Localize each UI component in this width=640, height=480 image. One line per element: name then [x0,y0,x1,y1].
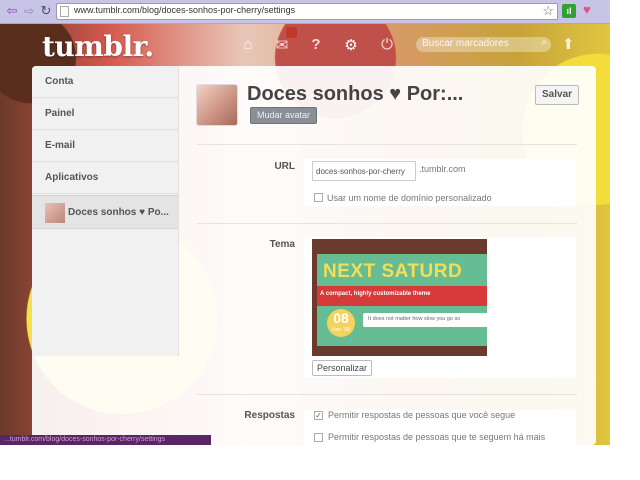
theme-preview-note: It does not matter how slow you go so [363,313,487,327]
forward-button[interactable]: ⇨ [22,4,36,18]
theme-section: NEXT SATURD A compact, highly customizab… [304,237,576,378]
sidebar-item-conta[interactable]: Conta [32,66,178,98]
save-button[interactable]: Salvar [535,85,580,105]
reply-following-label: Permitir respostas de pessoas que você s… [328,410,516,420]
search-input[interactable] [422,38,532,49]
back-button[interactable]: ⇦ [5,4,19,18]
theme-preview-day: 08 [333,310,349,326]
reply-following-checkbox[interactable]: ✓ [314,411,323,421]
blog-thumbnail [45,203,65,223]
settings-sidebar: Conta Painel E-mail Aplicativos Doces so… [32,66,179,356]
replies-section-label: Respostas [244,410,295,421]
theme-preview-banner: A compact, highly customizable theme [317,286,487,306]
theme-preview-note-text: It does not matter how slow you go so [368,316,461,322]
url-section: .tumblr.com Usar um nome de domínio pers… [304,159,576,206]
address-bar-url: www.tumblr.com/blog/doces-sonhos-por-che… [74,5,296,15]
settings-card: Conta Painel E-mail Aplicativos Doces so… [32,66,596,445]
reply-option-followers[interactable]: Permitir respostas de pessoas que te seg… [314,432,546,443]
mail-icon[interactable]: ✉ [273,36,291,54]
compose-icon[interactable]: ⬆ [562,35,575,53]
window-gutter [610,0,640,480]
replies-section: ✓ Permitir respostas de pessoas que você … [304,410,576,445]
custom-domain-label: Usar um nome de domínio personalizado [327,193,492,203]
reply-followers-label: Permitir respostas de pessoas que te seg… [328,432,546,442]
reply-followers-checkbox[interactable] [314,433,323,443]
signal-extension-icon[interactable]: ıl [562,4,576,18]
status-bar-text: ...tumblr.com/blog/doces-sonhos-por-cher… [4,436,166,443]
sidebar-item-email[interactable]: E-mail [32,130,178,162]
sidebar-item-aplicativos[interactable]: Aplicativos [32,162,178,194]
divider [197,223,577,224]
blog-avatar [197,85,237,125]
search-box: ⌕ [416,37,551,52]
change-avatar-button[interactable]: Mudar avatar [250,107,318,124]
theme-preview-month: Nov. '08 [332,327,350,333]
page-icon [60,6,69,17]
customize-theme-button[interactable]: Personalizar [312,360,373,376]
window-bottom [0,445,610,480]
heart-extension-icon[interactable]: ♥ [583,2,591,17]
tumblr-logo[interactable]: tumblr. [42,30,154,63]
url-section-label: URL [274,161,295,172]
theme-preview-headline: NEXT SATURD [323,261,463,282]
search-icon[interactable]: ⌕ [541,37,547,48]
address-bar[interactable]: www.tumblr.com/blog/doces-sonhos-por-che… [56,3,558,20]
theme-preview-date-badge: 08 Nov. '08 [327,309,355,337]
gear-icon[interactable]: ⚙ [342,36,360,54]
page-background: tumblr. ⌂ ✉ ? ⚙ ⏻ ⌕ ⬆ Conta Painel E-mai… [0,24,610,445]
blog-url-input[interactable] [312,161,416,181]
sidebar-item-blog[interactable]: Doces sonhos ♥ Po... [32,195,178,229]
theme-preview-canvas: NEXT SATURD A compact, highly customizab… [317,254,487,346]
sidebar-item-painel[interactable]: Painel [32,98,178,130]
reply-option-following[interactable]: ✓ Permitir respostas de pessoas que você … [314,410,516,421]
theme-preview-banner-text: A compact, highly customizable theme [320,291,431,297]
divider [197,394,577,395]
divider [197,144,577,145]
blog-title: Doces sonhos ♥ Por:... [247,83,464,105]
settings-main: Doces sonhos ♥ Por:... Mudar avatar Salv… [178,66,596,445]
reload-button[interactable]: ↻ [39,4,53,18]
custom-domain-checkbox[interactable] [314,193,323,202]
bookmark-star-icon[interactable]: ☆ [542,3,554,19]
theme-preview[interactable]: NEXT SATURD A compact, highly customizab… [312,239,487,356]
status-bar: ...tumblr.com/blog/doces-sonhos-por-cher… [0,435,211,445]
url-suffix: .tumblr.com [419,164,466,174]
power-icon[interactable]: ⏻ [378,36,396,53]
inbox-badge [286,27,297,38]
sidebar-item-blog-label: Doces sonhos ♥ Po... [68,207,169,218]
theme-section-label: Tema [269,239,295,250]
help-icon[interactable]: ? [307,36,325,53]
home-icon[interactable]: ⌂ [239,36,257,53]
browser-toolbar: ⇦ ⇨ ↻ www.tumblr.com/blog/doces-sonhos-p… [0,0,610,24]
